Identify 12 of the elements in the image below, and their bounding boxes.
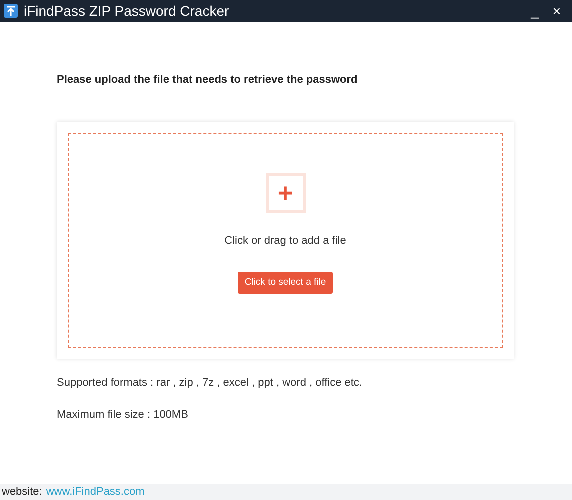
select-file-button[interactable]: Click to select a file (238, 272, 334, 294)
footer-label: website: (2, 484, 42, 500)
drop-zone[interactable]: + Click or drag to add a file Click to select a file (68, 132, 503, 348)
upload-icon (4, 4, 18, 18)
minimize-button[interactable]: _ (524, 4, 546, 18)
info-text: Supported formats : rar , zip , 7z , excel , ppt , word , office etc. (57, 376, 364, 390)
instruction-heading: Please upload the file that needs to retrieve the password (57, 73, 359, 88)
window-title: iFindPass ZIP Password Cracker (24, 2, 230, 20)
info-text: Maximum file size : 100MB (57, 408, 190, 423)
add-file-icon[interactable]: + (266, 172, 306, 212)
close-button[interactable]: × (546, 4, 568, 18)
drop-hint: Click or drag to add a file (224, 234, 346, 248)
